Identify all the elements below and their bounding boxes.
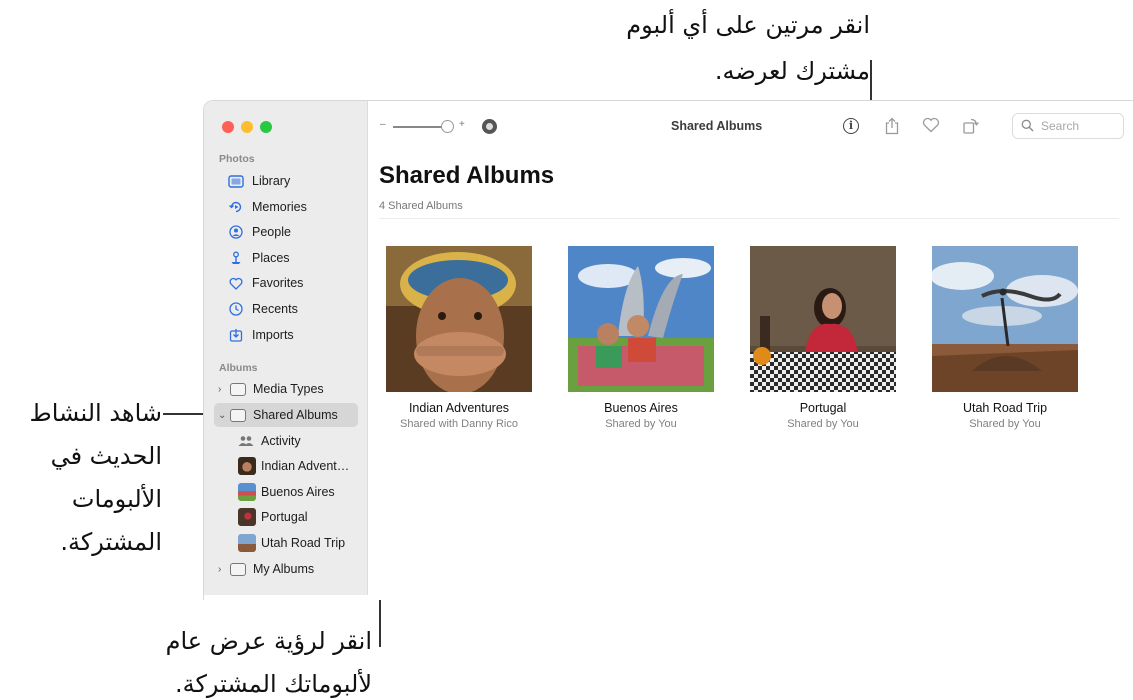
sidebar-group-shared-albums[interactable]: ⌄ Shared Albums [214, 403, 358, 427]
sidebar-item-label: Library [252, 174, 291, 188]
sidebar-group-media-types[interactable]: › Media Types [214, 377, 358, 401]
library-icon [227, 173, 244, 189]
page-title: Shared Albums [379, 162, 555, 189]
slideshow-button[interactable] [482, 119, 497, 134]
search-icon [1021, 119, 1035, 133]
sidebar-item-label: Indian Advent… [261, 459, 350, 473]
sidebar-item-library[interactable]: Library [214, 169, 358, 193]
album-cover-photo[interactable] [750, 246, 896, 392]
album-thumbnail [238, 457, 256, 475]
sidebar-item-people[interactable]: People [214, 220, 358, 244]
album-title: Utah Road Trip [962, 401, 1048, 415]
album-card-indian-adventures[interactable]: Indian Adventures Shared with Danny Rico [368, 246, 550, 430]
sidebar-item-activity[interactable]: Activity [238, 429, 301, 453]
chevron-down-icon[interactable]: ⌄ [218, 410, 228, 421]
album-count: 4 Shared Albums [379, 200, 463, 212]
favorites-icon [227, 275, 244, 291]
sidebar-item-label: Imports [252, 328, 294, 342]
share-icon[interactable] [883, 117, 901, 135]
search-field[interactable] [1012, 113, 1124, 139]
callout-line: المشتركة. [60, 528, 162, 556]
chevron-right-icon[interactable]: › [218, 564, 228, 575]
album-subtitle: Shared with Danny Rico [399, 418, 518, 430]
info-icon[interactable]: i [843, 118, 859, 134]
callout-shared-overview: انقر لرؤية عرض عام لألبوماتك المشتركة. [120, 620, 372, 700]
sidebar-section-photos: Photos [219, 153, 255, 165]
sidebar: Photos Library Memories People Places Fa… [204, 101, 368, 595]
sidebar-item-favorites[interactable]: Favorites [214, 271, 358, 295]
sidebar-item-label: Buenos Aires [261, 485, 335, 499]
folder-icon [230, 382, 246, 396]
zoom-in-label[interactable]: + [459, 119, 465, 130]
toolbar: – + Shared Albums i [369, 101, 1133, 151]
album-title: Buenos Aires [604, 401, 678, 415]
sidebar-item-label: Portugal [261, 510, 308, 524]
callout-recent-activity: شاهد النشاط الحديث في الألبومات المشتركة… [0, 392, 162, 564]
callout-line: الحديث في [50, 442, 162, 470]
callout-line: لألبوماتك المشتركة. [174, 670, 372, 698]
sidebar-item-label: Activity [261, 434, 301, 448]
shared-album-icon [230, 408, 246, 422]
album-thumbnail [238, 534, 256, 552]
album-thumbnail [238, 483, 256, 501]
imports-icon [227, 327, 244, 343]
zoom-slider-handle[interactable] [441, 120, 454, 133]
sidebar-item-portugal[interactable]: Portugal [238, 505, 308, 529]
callout-line: انقر لرؤية عرض عام [165, 627, 372, 655]
folder-icon [230, 562, 246, 576]
album-cover-photo[interactable] [932, 246, 1078, 392]
heart-icon[interactable] [922, 117, 940, 135]
album-thumbnail [238, 508, 256, 526]
album-title: Indian Adventures [408, 401, 510, 415]
zoom-slider-track[interactable] [393, 126, 448, 128]
album-subtitle: Shared by You [605, 418, 677, 430]
sidebar-item-label: Places [252, 251, 290, 265]
callout-double-click-album: انقر مرتين على أي ألبوم مشترك لعرضه. [560, 2, 870, 94]
callout-line: مشترك لعرضه. [714, 57, 870, 85]
divider [379, 218, 1119, 219]
maximize-window-button[interactable] [260, 121, 272, 133]
sidebar-item-label: Media Types [253, 382, 324, 396]
sidebar-item-label: Recents [252, 302, 298, 316]
photos-window: Photos Library Memories People Places Fa… [203, 100, 1133, 600]
sidebar-item-memories[interactable]: Memories [214, 195, 358, 219]
recents-icon [227, 301, 244, 317]
search-input[interactable] [1041, 119, 1111, 133]
rotate-icon[interactable] [962, 117, 980, 135]
sidebar-item-label: Favorites [252, 276, 304, 290]
album-card-portugal[interactable]: Portugal Shared by You [732, 246, 914, 430]
zoom-out-label[interactable]: – [380, 119, 386, 130]
sidebar-item-buenos-aires[interactable]: Buenos Aires [238, 480, 335, 504]
callout-line: الألبومات [71, 485, 162, 513]
chevron-right-icon[interactable]: › [218, 384, 228, 395]
sidebar-item-label: My Albums [253, 562, 315, 576]
close-window-button[interactable] [222, 121, 234, 133]
places-icon [227, 250, 244, 266]
album-subtitle: Shared by You [787, 418, 859, 430]
sidebar-item-places[interactable]: Places [214, 246, 358, 270]
sidebar-item-label: Memories [252, 200, 307, 214]
callout-line: انقر مرتين على أي ألبوم [626, 11, 870, 39]
people-icon [227, 224, 244, 240]
window-title: Shared Albums [671, 119, 763, 133]
sidebar-item-label: Utah Road Trip [261, 536, 346, 550]
people-group-icon [238, 435, 254, 447]
album-cover-photo[interactable] [568, 246, 714, 392]
callout-line: شاهد النشاط [29, 399, 162, 427]
sidebar-item-label: People [252, 225, 291, 239]
sidebar-item-indian-adventures[interactable]: Indian Advent… [238, 454, 349, 478]
album-subtitle: Shared by You [969, 418, 1041, 430]
album-title: Portugal [799, 401, 847, 415]
sidebar-section-albums: Albums [219, 362, 258, 374]
sidebar-group-my-albums[interactable]: › My Albums [214, 557, 358, 581]
sidebar-item-label: Shared Albums [253, 408, 338, 422]
sidebar-item-recents[interactable]: Recents [214, 297, 358, 321]
album-card-utah-road-trip[interactable]: Utah Road Trip Shared by You [914, 246, 1096, 430]
album-cover-photo[interactable] [386, 246, 532, 392]
minimize-window-button[interactable] [241, 121, 253, 133]
sidebar-item-imports[interactable]: Imports [214, 323, 358, 347]
memories-icon [227, 199, 244, 215]
sidebar-item-utah-road-trip[interactable]: Utah Road Trip [238, 531, 345, 555]
album-card-buenos-aires[interactable]: Buenos Aires Shared by You [550, 246, 732, 430]
